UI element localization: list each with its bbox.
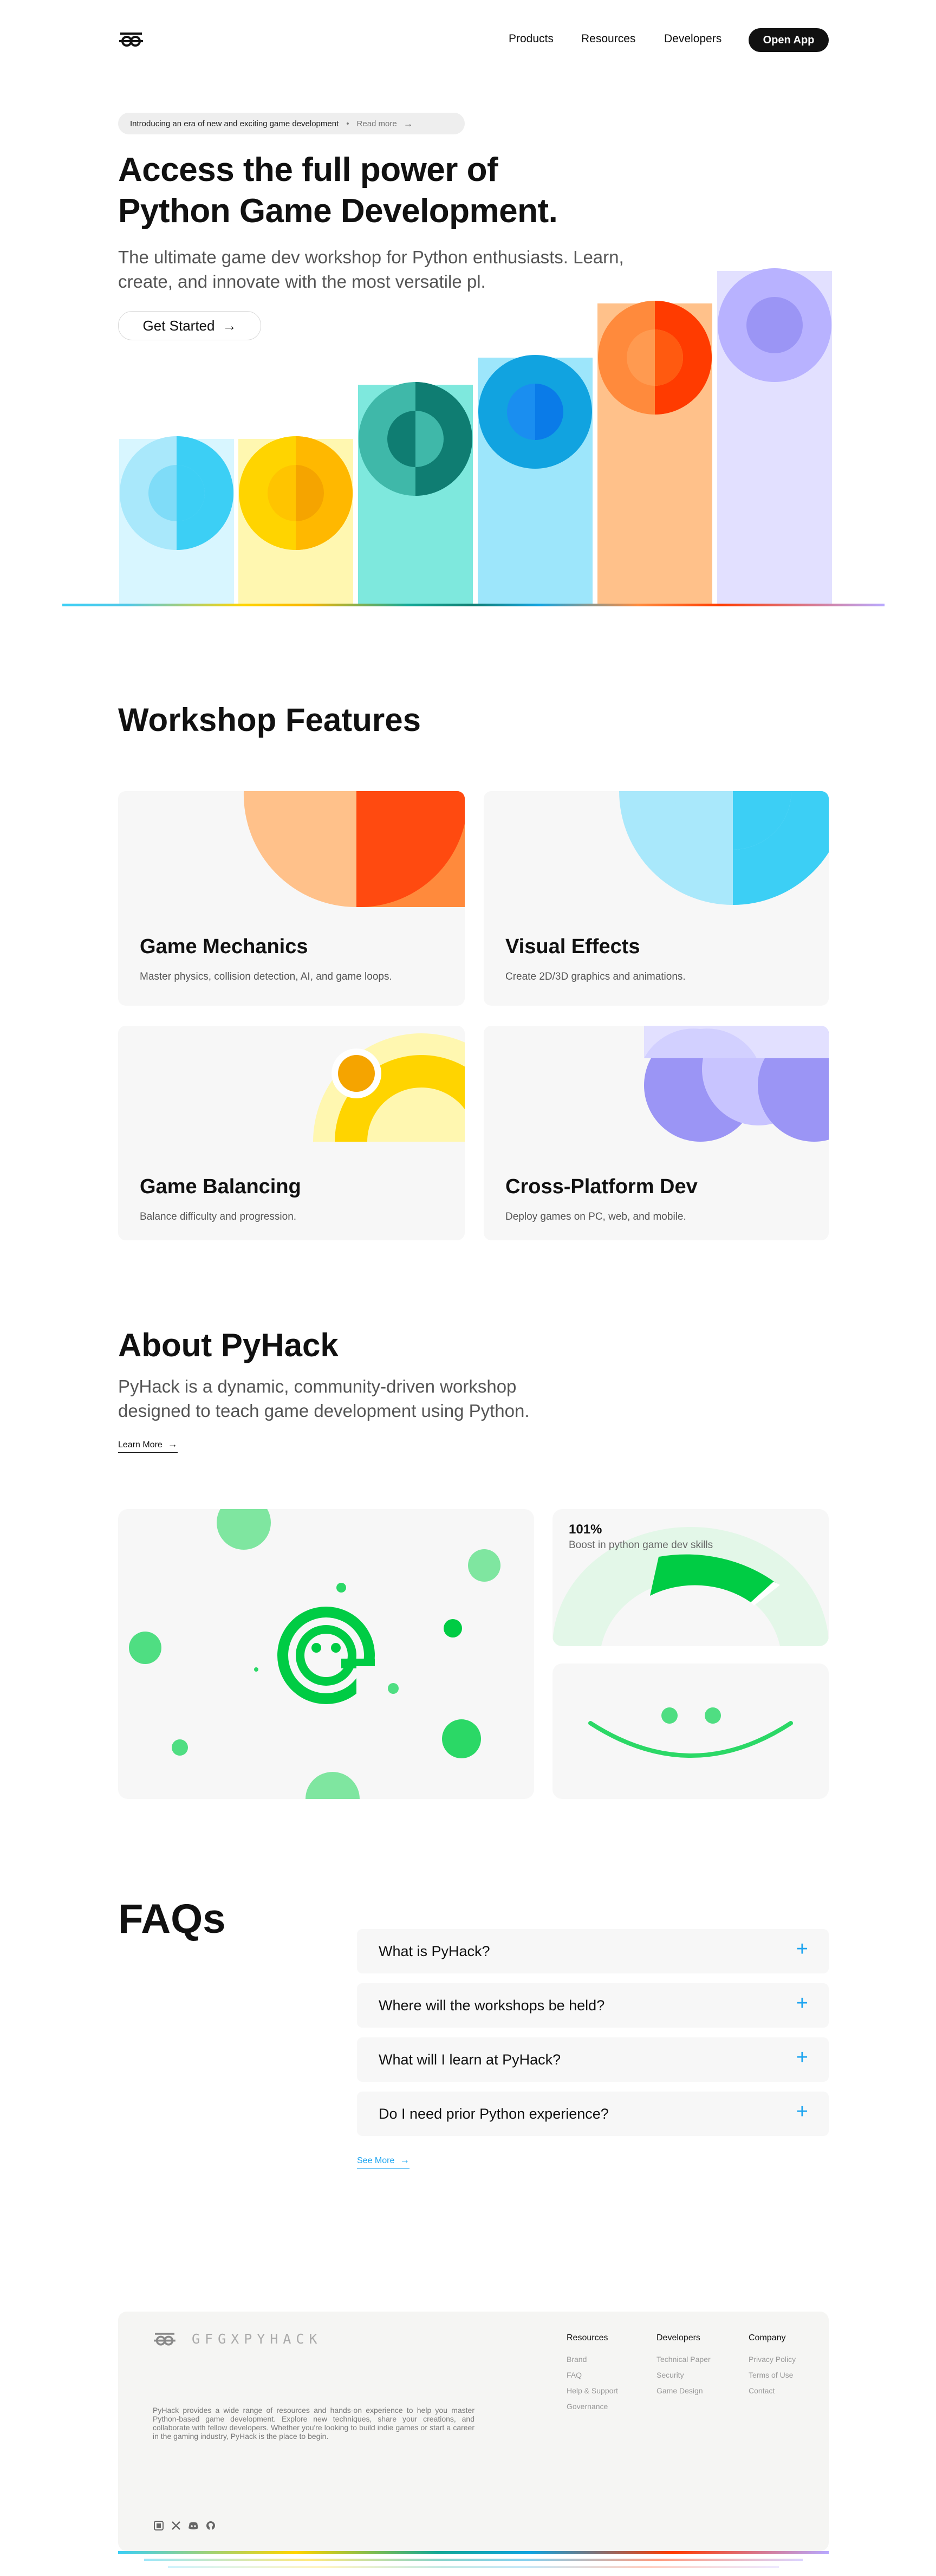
nav-developers[interactable]: Developers xyxy=(664,33,722,46)
footer-link-game-design[interactable]: Game Design xyxy=(656,2386,703,2395)
read-more-link[interactable]: Read more xyxy=(357,119,397,128)
nav-resources[interactable]: Resources xyxy=(581,33,635,46)
hero-title: Access the full power of Python Game Dev… xyxy=(118,151,558,230)
card-desc: Create 2D/3D graphics and animations. xyxy=(505,971,686,982)
faq-title: FAQs xyxy=(118,1896,226,1942)
footer-col-title-company: Company xyxy=(749,2333,786,2342)
discord-icon[interactable] xyxy=(187,2520,199,2532)
card-desc: Master physics, collision detection, AI,… xyxy=(140,971,392,982)
plus-icon[interactable]: + xyxy=(796,2047,808,2068)
feature-card-game-balancing[interactable]: Game Balancing Balance difficulty and pr… xyxy=(118,1026,465,1240)
faq-item-4[interactable]: Do I need prior Python experience? + xyxy=(357,2092,829,2136)
stat-label: Boost in python game dev skills xyxy=(569,1539,713,1551)
see-more-link[interactable]: See More → xyxy=(357,2154,410,2169)
faq-question: What will I learn at PyHack? xyxy=(379,2051,561,2068)
footer-link-faq[interactable]: FAQ xyxy=(567,2371,582,2379)
footer-link-terms[interactable]: Terms of Use xyxy=(749,2371,793,2379)
card-title: Game Balancing xyxy=(140,1175,301,1198)
learn-more-link[interactable]: Learn More → xyxy=(118,1439,178,1453)
faq-question: What is PyHack? xyxy=(379,1943,490,1959)
announcement-pill[interactable]: Introducing an era of new and exciting g… xyxy=(118,113,465,134)
footer-link-help[interactable]: Help & Support xyxy=(567,2386,618,2395)
card-title: Cross-Platform Dev xyxy=(505,1175,698,1198)
game-balancing-illustration xyxy=(313,1033,465,1142)
footer-link-brand[interactable]: Brand xyxy=(567,2355,587,2364)
see-more-label: See More xyxy=(357,2156,395,2165)
plus-icon[interactable]: + xyxy=(796,2101,808,2122)
footer-link-technical-paper[interactable]: Technical Paper xyxy=(656,2355,711,2364)
announcement-text: Introducing an era of new and exciting g… xyxy=(130,119,339,128)
gfg-icon[interactable] xyxy=(153,2520,165,2532)
open-app-button[interactable]: Open App xyxy=(749,28,829,52)
announcement-dot: • xyxy=(346,119,349,128)
footer-link-contact[interactable]: Contact xyxy=(749,2386,775,2395)
hero-gradient-line xyxy=(62,604,885,606)
smile-card xyxy=(552,1664,829,1799)
card-title: Visual Effects xyxy=(505,935,640,958)
card-title: Game Mechanics xyxy=(140,935,308,958)
faq-item-3[interactable]: What will I learn at PyHack? + xyxy=(357,2037,829,2082)
arrow-right-icon: → xyxy=(400,2154,410,2165)
footer-logo-icon[interactable] xyxy=(153,2329,177,2351)
footer-link-privacy[interactable]: Privacy Policy xyxy=(749,2355,796,2364)
learn-more-label: Learn More xyxy=(118,1440,162,1449)
footer-gradient-line xyxy=(118,2551,829,2554)
faq-item-1[interactable]: What is PyHack? + xyxy=(357,1929,829,1973)
plus-icon[interactable]: + xyxy=(796,1992,808,2014)
faq-question: Do I need prior Python experience? xyxy=(379,2106,609,2122)
footer-link-governance[interactable]: Governance xyxy=(567,2402,608,2411)
feature-card-game-mechanics[interactable]: Game Mechanics Master physics, collision… xyxy=(118,791,465,1006)
x-icon[interactable] xyxy=(170,2520,182,2532)
footer-gradient-line-2 xyxy=(144,2559,803,2561)
about-title: About PyHack xyxy=(118,1327,339,1363)
feature-card-visual-effects[interactable]: Visual Effects Create 2D/3D graphics and… xyxy=(484,791,829,1006)
faq-question: Where will the workshops be held? xyxy=(379,1997,605,2014)
github-icon[interactable] xyxy=(205,2520,217,2532)
stat-value: 101% xyxy=(569,1522,602,1537)
about-logo-panel xyxy=(118,1509,534,1799)
brand-logo-icon[interactable] xyxy=(118,28,144,50)
footer-brand: GFGXPYHACK xyxy=(192,2331,322,2347)
community-bubbles-illustration xyxy=(129,1509,500,1799)
arrow-right-icon: → xyxy=(167,1439,178,1449)
hero-illustration xyxy=(119,268,832,605)
faq-item-2[interactable]: Where will the workshops be held? + xyxy=(357,1983,829,2028)
footer-gradient-line-3 xyxy=(168,2566,779,2568)
feature-card-cross-platform[interactable]: Cross-Platform Dev Deploy games on PC, w… xyxy=(484,1026,829,1240)
stat-card: 101% Boost in python game dev skills xyxy=(552,1509,829,1646)
cross-platform-illustration xyxy=(644,1026,829,1142)
about-subtitle: PyHack is a dynamic, community-driven wo… xyxy=(118,1376,530,1421)
card-desc: Deploy games on PC, web, and mobile. xyxy=(505,1211,686,1222)
footer-link-security[interactable]: Security xyxy=(656,2371,684,2379)
plus-icon[interactable]: + xyxy=(796,1938,808,1960)
footer: GFGXPYHACK PyHack provides a wide range … xyxy=(118,2312,829,2551)
game-mechanics-illustration xyxy=(243,791,465,907)
visual-effects-illustration xyxy=(619,791,829,905)
footer-description: PyHack provides a wide range of resource… xyxy=(153,2406,474,2441)
features-title: Workshop Features xyxy=(118,702,421,738)
footer-col-title-resources: Resources xyxy=(567,2333,608,2342)
card-desc: Balance difficulty and progression. xyxy=(140,1211,297,1222)
smile-face-illustration xyxy=(588,1707,793,1758)
nav-products[interactable]: Products xyxy=(509,33,554,46)
arrow-right-icon: → xyxy=(403,118,413,129)
footer-col-title-developers: Developers xyxy=(656,2333,700,2342)
